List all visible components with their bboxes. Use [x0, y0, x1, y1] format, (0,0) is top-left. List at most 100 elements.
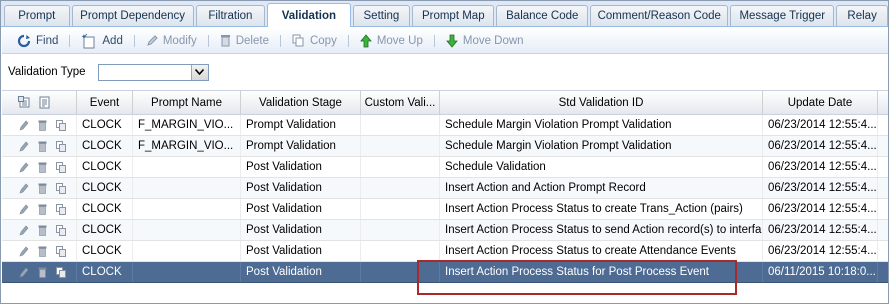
col-header-prompt-name[interactable]: Prompt Name	[133, 91, 241, 114]
trash-icon[interactable]	[38, 120, 47, 131]
cell-update-date: 06/11/2015 10:18:0...	[763, 262, 878, 282]
cell-prompt-name	[133, 220, 241, 240]
edit-icon[interactable]	[19, 225, 29, 236]
trash-icon[interactable]	[38, 183, 47, 194]
edit-icon[interactable]	[19, 267, 29, 278]
add-button[interactable]: ✦ Add	[76, 30, 127, 52]
trash-icon[interactable]	[38, 204, 47, 215]
row-actions	[2, 178, 77, 198]
trash-icon[interactable]	[38, 246, 47, 257]
tab-comment-reason-code[interactable]: Comment/Reason Code	[590, 5, 729, 26]
cell-update-date: 06/23/2014 12:55:4...	[763, 220, 878, 240]
table-row[interactable]: CLOCK F_MARGIN_VIO... Prompt Validation Sch…	[2, 136, 888, 157]
chevron-down-icon[interactable]	[190, 64, 208, 80]
cell-custom-validation	[361, 241, 440, 261]
copy-icon[interactable]	[56, 266, 66, 278]
edit-icon[interactable]	[19, 204, 29, 215]
toolbar-divider	[133, 34, 135, 47]
cell-spacer	[878, 199, 888, 219]
copy-icon[interactable]	[56, 203, 66, 215]
grid-body: CLOCK F_MARGIN_VIO... Prompt Validation Sch…	[2, 115, 888, 283]
copy-icon[interactable]	[56, 161, 66, 173]
pencil-icon	[147, 34, 158, 46]
export-icon[interactable]	[39, 96, 50, 109]
row-actions	[2, 262, 77, 282]
copy-icon[interactable]	[56, 245, 66, 257]
tab-setting[interactable]: Setting	[352, 5, 411, 26]
tab-filtration[interactable]: Filtration	[195, 5, 266, 26]
copy-icon[interactable]	[56, 140, 66, 152]
toolbar-divider	[347, 34, 349, 47]
edit-icon[interactable]	[19, 183, 29, 194]
cell-validation-stage: Post Validation	[241, 241, 361, 261]
cell-prompt-name	[133, 199, 241, 219]
table-row[interactable]: CLOCK Post Validation Schedule Validation 0…	[2, 157, 888, 178]
edit-icon[interactable]	[19, 141, 29, 152]
copy-icon[interactable]	[56, 182, 66, 194]
tab-prompt-dependency[interactable]: Prompt Dependency	[71, 5, 194, 26]
cell-prompt-name	[133, 178, 241, 198]
cell-event: CLOCK	[77, 178, 133, 198]
add-icon: ✦	[81, 33, 95, 48]
tab-prompt[interactable]: Prompt	[4, 5, 70, 26]
find-button[interactable]: Find	[12, 30, 63, 52]
trash-icon[interactable]	[38, 267, 47, 278]
tab-label: Relay	[847, 10, 877, 22]
tab-balance-code[interactable]: Balance Code	[496, 5, 589, 26]
select-columns-icon[interactable]	[18, 96, 31, 109]
trash-icon[interactable]	[38, 162, 47, 173]
row-actions	[2, 220, 77, 240]
col-header-validation-stage[interactable]: Validation Stage	[241, 91, 361, 114]
tab-relay[interactable]: Relay	[836, 5, 888, 26]
table-row[interactable]: CLOCK F_MARGIN_VIO... Prompt Validation Sch…	[2, 115, 888, 136]
cell-spacer	[878, 178, 888, 198]
tab-validation[interactable]: Validation	[267, 3, 351, 27]
edit-icon[interactable]	[19, 246, 29, 257]
cell-update-date: 06/23/2014 12:55:4...	[763, 199, 878, 219]
col-header-std-validation-id[interactable]: Std Validation ID	[440, 91, 763, 114]
row-actions	[2, 136, 77, 156]
cell-validation-stage: Prompt Validation	[241, 136, 361, 156]
edit-icon[interactable]	[19, 120, 29, 131]
cell-validation-stage: Post Validation	[241, 199, 361, 219]
move-down-button[interactable]: Move Down	[441, 30, 529, 52]
row-actions	[2, 115, 77, 135]
table-row[interactable]: CLOCK Post Validation Insert Action and Ac…	[2, 178, 888, 199]
table-row[interactable]: CLOCK Post Validation Insert Action Proces…	[2, 262, 888, 283]
cell-prompt-name	[133, 157, 241, 177]
cell-custom-validation	[361, 157, 440, 177]
copy-button[interactable]: Copy	[287, 30, 342, 52]
cell-spacer	[878, 241, 888, 261]
col-header-custom-validation[interactable]: Custom Vali...	[361, 91, 440, 114]
table-row[interactable]: CLOCK Post Validation Insert Action Proces…	[2, 220, 888, 241]
trash-icon[interactable]	[38, 225, 47, 236]
cell-std-validation-id: Insert Action Process Status to send Act…	[440, 220, 763, 240]
col-header-update-date[interactable]: Update Date	[763, 91, 878, 114]
cell-custom-validation	[361, 115, 440, 135]
delete-button[interactable]: Delete	[215, 30, 274, 52]
tab-prompt-map[interactable]: Prompt Map	[412, 5, 495, 26]
toolbar: Find ✦ Add Modify Delete Copy Move Up Mo…	[2, 28, 888, 54]
move-up-button[interactable]: Move Up	[355, 30, 428, 52]
tab-message-trigger[interactable]: Message Trigger	[730, 5, 835, 26]
cell-validation-stage: Post Validation	[241, 157, 361, 177]
modify-button[interactable]: Modify	[141, 30, 202, 52]
cell-event: CLOCK	[77, 199, 133, 219]
arrow-up-icon	[359, 33, 372, 47]
table-row[interactable]: CLOCK Post Validation Insert Action Proces…	[2, 199, 888, 220]
edit-icon[interactable]	[19, 162, 29, 173]
find-label: Find	[36, 34, 59, 47]
copy-icon[interactable]	[56, 224, 66, 236]
row-actions	[2, 199, 77, 219]
row-actions	[2, 157, 77, 177]
table-row[interactable]: CLOCK Post Validation Insert Action Proces…	[2, 241, 888, 262]
validation-type-select[interactable]	[97, 63, 209, 81]
tab-label: Prompt Dependency	[80, 10, 186, 22]
col-header-event[interactable]: Event	[77, 91, 133, 114]
cell-custom-validation	[361, 220, 440, 240]
trash-icon[interactable]	[38, 141, 47, 152]
copy-icon[interactable]	[56, 119, 66, 131]
toolbar-divider	[279, 34, 281, 47]
cell-prompt-name	[133, 241, 241, 261]
tab-label: Message Trigger	[739, 10, 826, 22]
